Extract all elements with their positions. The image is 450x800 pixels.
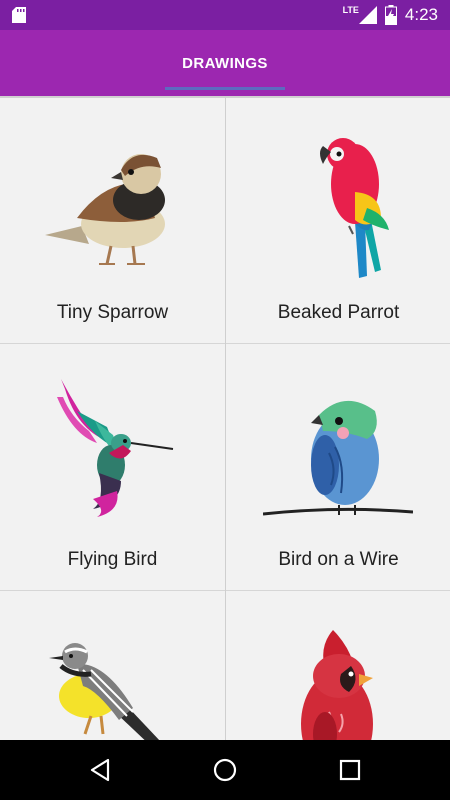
home-icon[interactable]	[209, 754, 241, 786]
drawing-card-tiny-sparrow[interactable]: Tiny Sparrow	[0, 98, 225, 344]
clock: 4:23	[404, 5, 438, 24]
back-icon[interactable]	[84, 754, 116, 786]
drawing-card-cardinal[interactable]	[226, 592, 450, 740]
drawing-card-flying-bird[interactable]: Flying Bird	[0, 345, 225, 591]
sd-card-icon	[12, 7, 26, 23]
tab-indicator	[165, 87, 285, 90]
tab-drawings-label: DRAWINGS	[182, 54, 268, 72]
drawings-grid: Tiny Sparrow Beaked Parrot Flying Bird B…	[0, 96, 450, 740]
lte-signal-icon	[358, 6, 377, 24]
status-bar: LTE 4:23	[0, 0, 450, 30]
drawing-label: Bird on a Wire	[278, 549, 399, 570]
drawing-card-beaked-parrot[interactable]: Beaked Parrot	[226, 98, 450, 344]
battery-charging-icon	[384, 5, 397, 25]
wagtail-illustration	[49, 643, 160, 740]
navigation-bar	[0, 740, 450, 800]
drawing-label: Flying Bird	[67, 549, 158, 570]
parrot-illustration	[320, 138, 389, 278]
drawing-card-wagtail[interactable]	[0, 592, 225, 740]
drawing-label: Beaked Parrot	[277, 302, 400, 323]
recents-icon[interactable]	[334, 754, 366, 786]
cardinal-illustration	[301, 630, 373, 740]
sparrow-illustration	[45, 154, 165, 265]
drawing-card-bird-on-a-wire[interactable]: Bird on a Wire	[226, 345, 450, 591]
hummingbird-illustration	[57, 379, 174, 517]
app-bar: DRAWINGS	[0, 30, 450, 96]
bird-on-wire-illustration	[263, 400, 413, 516]
drawing-label: Tiny Sparrow	[56, 302, 169, 323]
network-type: LTE	[342, 5, 359, 15]
